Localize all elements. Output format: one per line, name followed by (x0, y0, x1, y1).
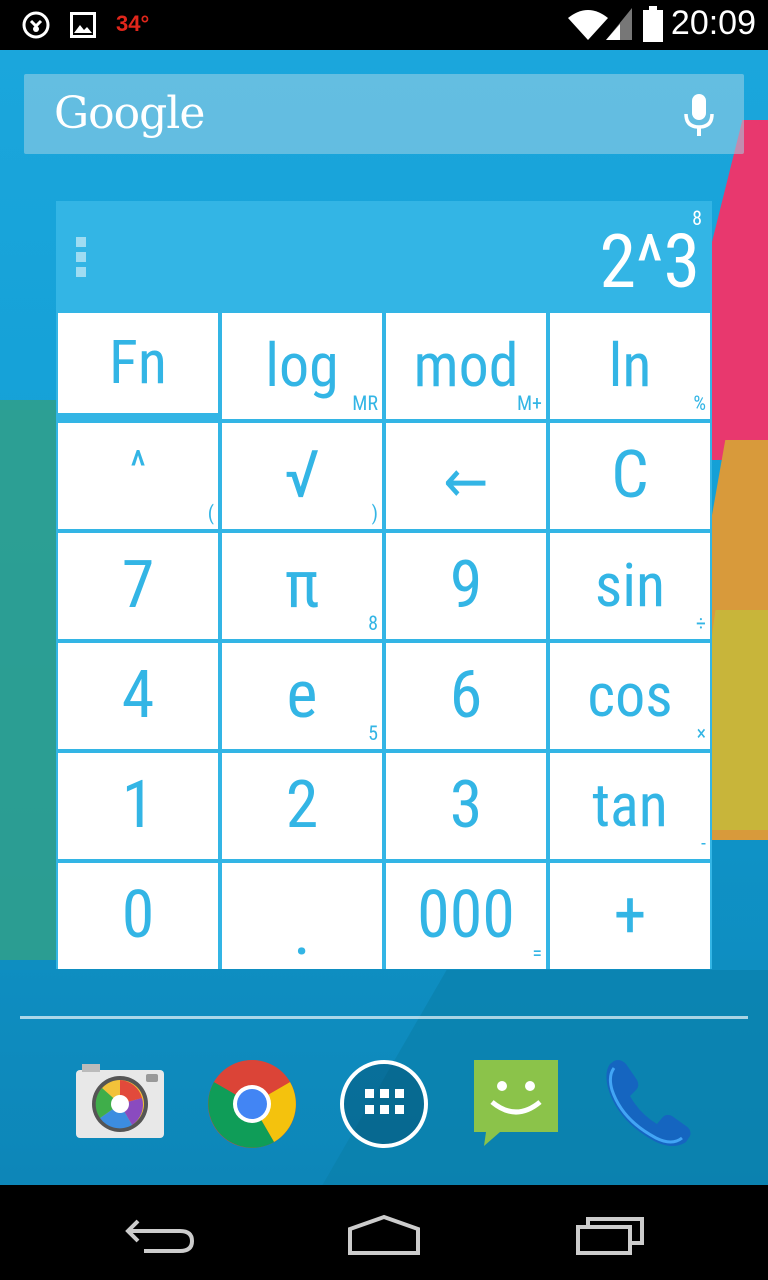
back-icon[interactable] (124, 1215, 196, 1255)
sync-icon (22, 11, 50, 39)
chrome-app-icon[interactable] (206, 1058, 298, 1150)
calculator-display: 8 2^3 (56, 201, 712, 311)
ln-key[interactable]: ln % (550, 313, 710, 419)
google-logo: Google (54, 88, 205, 139)
overflow-menu-icon[interactable] (74, 235, 88, 279)
seven-key[interactable]: 7 (58, 533, 218, 639)
power-key[interactable]: ^ ( (58, 423, 218, 529)
status-bar: 34° 20:09 (0, 0, 768, 50)
pi-key[interactable]: π 8 (222, 533, 382, 639)
google-search-bar[interactable]: Google (24, 74, 744, 154)
triple-zero-key[interactable]: 000 = (386, 863, 546, 969)
signal-icon (606, 8, 632, 40)
three-key[interactable]: 3 (386, 753, 546, 859)
six-key[interactable]: 6 (386, 643, 546, 749)
navigation-bar (0, 1185, 768, 1280)
sin-key[interactable]: sin ÷ (550, 533, 710, 639)
app-drawer-icon[interactable] (338, 1058, 430, 1150)
nine-key[interactable]: 9 (386, 533, 546, 639)
plus-key[interactable]: + (550, 863, 710, 969)
battery-icon (643, 6, 663, 42)
recents-icon[interactable] (574, 1215, 646, 1255)
clock: 20:09 (670, 4, 756, 42)
decimal-key[interactable]: . (222, 863, 382, 969)
messaging-app-icon[interactable] (470, 1058, 562, 1150)
backspace-key[interactable]: ← (386, 423, 546, 529)
calculator-widget: 8 2^3 Fn log MR mod M+ ln % ^ ( √ ) ← C … (56, 201, 712, 969)
e-key[interactable]: e 5 (222, 643, 382, 749)
tan-key[interactable]: tan - (550, 753, 710, 859)
zero-key[interactable]: 0 (58, 863, 218, 969)
one-key[interactable]: 1 (58, 753, 218, 859)
fn-key[interactable]: Fn (58, 313, 218, 419)
keypad: Fn log MR mod M+ ln % ^ ( √ ) ← C 7 π 8 … (56, 311, 712, 969)
image-notification-icon (70, 12, 96, 38)
clear-key[interactable]: C (550, 423, 710, 529)
log-key[interactable]: log MR (222, 313, 382, 419)
sqrt-key[interactable]: √ ) (222, 423, 382, 529)
mod-key[interactable]: mod M+ (386, 313, 546, 419)
backspace-icon: ← (443, 446, 489, 517)
temperature-indicator: 34° (116, 11, 150, 36)
four-key[interactable]: 4 (58, 643, 218, 749)
cos-key[interactable]: cos × (550, 643, 710, 749)
expression-display: 2^3 (599, 219, 700, 306)
dock-divider (20, 1016, 748, 1019)
phone-app-icon[interactable] (602, 1058, 694, 1150)
two-key[interactable]: 2 (222, 753, 382, 859)
camera-app-icon[interactable] (74, 1058, 166, 1150)
microphone-icon[interactable] (682, 92, 716, 138)
home-icon[interactable] (346, 1213, 422, 1257)
